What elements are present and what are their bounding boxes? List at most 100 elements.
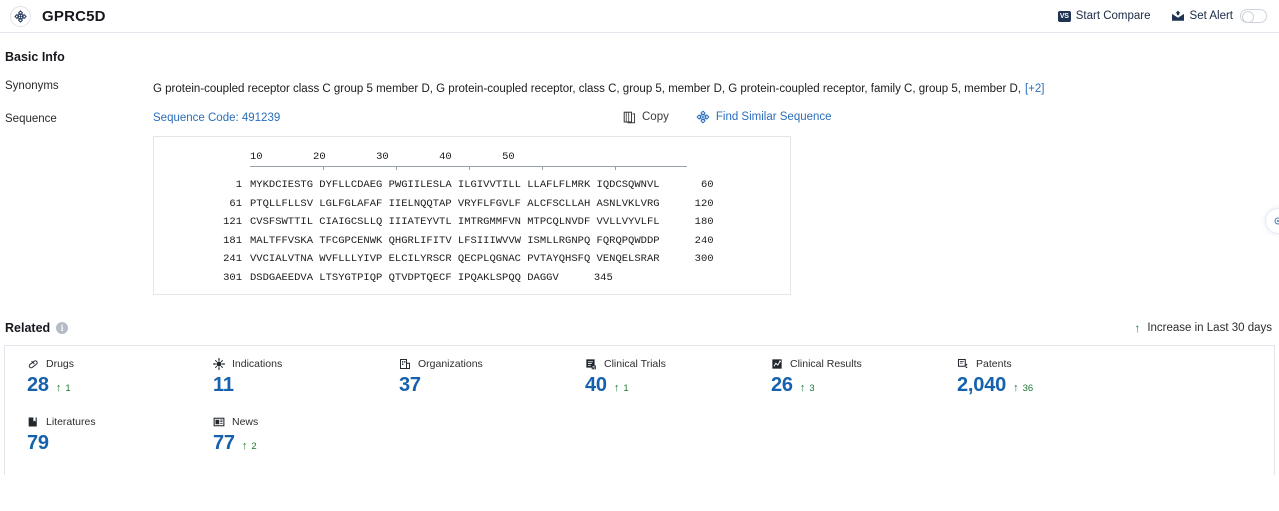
page-title: GPRC5D [42, 7, 106, 25]
card-value-row: 28 ↑ 1 [27, 374, 191, 397]
set-alert-toggle[interactable] [1240, 9, 1267, 23]
find-similar-sequence-button[interactable]: Find Similar Sequence [696, 110, 832, 124]
card-value: 79 [27, 432, 49, 454]
sequence-line-end: 345 [593, 271, 613, 284]
sequence-label: Sequence [5, 113, 57, 125]
find-similar-sequence-label: Find Similar Sequence [715, 111, 832, 123]
card-label: Drugs [46, 358, 75, 370]
card-delta: ↑ 3 [800, 382, 815, 394]
related-card-patents[interactable]: Patents 2,040 ↑ 36 [935, 358, 1121, 416]
card-label: Clinical Trials [604, 358, 666, 370]
card-value-row: 26 ↑ 3 [771, 374, 935, 397]
card-delta: ↑ 2 [242, 440, 257, 452]
info-icon[interactable]: i [56, 322, 69, 334]
sequence-line-end: 120 [694, 197, 714, 210]
synonyms-label: Synonyms [5, 80, 59, 92]
card-value: 26 [771, 374, 793, 396]
sequence-ruler-labels: 10 20 30 40 50 [154, 151, 790, 163]
target-crosshair-icon [10, 5, 31, 27]
sequence-line-start: 241 [223, 253, 242, 265]
ruler-tick-30: 30 [376, 151, 389, 163]
card-delta: ↑ 36 [1013, 382, 1033, 394]
card-delta-value: 36 [1022, 382, 1034, 394]
card-value-row: 40 ↑ 1 [585, 374, 749, 397]
card-delta: ↑ 1 [56, 382, 71, 394]
related-card-drugs[interactable]: Drugs 28 ↑ 1 [5, 358, 191, 416]
synonyms-more-link[interactable]: [+2] [1025, 83, 1045, 95]
sequence-line-residues: DSDGAEEDVA LTSYGTPIQP QTVDPTQECF IPQAKLS… [250, 271, 559, 284]
sequence-line-start: 1 [235, 179, 242, 191]
card-value: 11 [213, 374, 234, 396]
related-legend-label: Increase in Last 30 days [1147, 322, 1272, 334]
card-label: Indications [232, 358, 283, 370]
start-compare-button[interactable]: VS Start Compare [1057, 10, 1151, 22]
card-value-row: 37 [399, 374, 563, 397]
card-label: Patents [976, 358, 1012, 370]
ruler-tick-20: 20 [313, 151, 326, 163]
up-arrow-icon: ↑ [799, 382, 806, 394]
card-value: 77 [213, 432, 235, 454]
related-header: Related i ↑ Increase in Last 30 days [4, 321, 1275, 335]
virus-icon [213, 358, 225, 370]
vs-badge-icon: VS [1057, 10, 1071, 22]
related-legend: ↑ Increase in Last 30 days [1134, 321, 1275, 335]
sequence-line-residues: MYKDCIESTG DYFLLCDAEG PWGIILESLA ILGIVVT… [250, 179, 660, 191]
card-delta-value: 3 [809, 382, 815, 394]
related-card-indications[interactable]: Indications 11 [191, 358, 377, 416]
sequence-viewer[interactable]: 10 20 30 40 50 1 MYKDCIESTG DYFLLCDAEG P… [153, 136, 791, 295]
related-card-clinical-results[interactable]: Clinical Results 26 ↑ 3 [749, 358, 935, 416]
card-head: News [213, 416, 377, 428]
sequence-line-start: 121 [223, 216, 242, 228]
sequence-line-end: 300 [694, 253, 714, 265]
card-value-row: 2,040 ↑ 36 [957, 374, 1121, 397]
sequence-header: Sequence Code: 491239 Copy Find Similar … [153, 110, 1275, 124]
sequence-line-end: 240 [694, 234, 714, 247]
up-arrow-icon: ↑ [1013, 382, 1019, 394]
ruler-tick-10: 10 [250, 151, 263, 163]
related-card-organizations[interactable]: Organizations 37 [377, 358, 563, 416]
sequence-line-residues: PTQLLFLLSV LGLFGLAFAF IIELNQQTAP VRYFLFG… [250, 197, 660, 210]
related-heading: Related [5, 321, 51, 335]
card-value-row: 79 [27, 432, 191, 455]
copy-label: Copy [642, 111, 669, 123]
related-card-literatures[interactable]: Literatures 79 [5, 416, 191, 474]
up-arrow-icon: ↑ [1134, 321, 1141, 335]
card-value-row: 11 [213, 374, 377, 397]
set-alert-label: Set Alert [1189, 10, 1233, 22]
sequence-line: 1 MYKDCIESTG DYFLLCDAEG PWGIILESLA ILGIV… [154, 176, 790, 195]
sequence-rows: 1 MYKDCIESTG DYFLLCDAEG PWGIILESLA ILGIV… [154, 176, 790, 287]
clipboard-check-icon [585, 358, 597, 370]
sequence-line-start: 181 [223, 234, 242, 247]
card-delta-value: 1 [623, 382, 629, 394]
up-arrow-icon: ↑ [241, 440, 248, 452]
sequence-code-link[interactable]: Sequence Code: 491239 [153, 112, 280, 124]
related-card-clinical-trials[interactable]: Clinical Trials 40 ↑ 1 [563, 358, 749, 416]
certificate-icon [957, 358, 969, 370]
book-icon [27, 416, 39, 428]
card-value: 37 [399, 374, 421, 396]
sequence-line: 61 PTQLLFLLSV LGLFGLAFAF IIELNQQTAP VRYF… [154, 195, 790, 214]
sequence-row: Sequence Sequence Code: 491239 Copy Find… [4, 110, 1275, 295]
synonyms-row: Synonyms G protein-coupled receptor clas… [4, 79, 1275, 97]
sequence-line-end: 180 [694, 216, 714, 228]
sequence-line-residues: VVCIALVTNA WVFLLLYIVP ELCILYRSCR QECPLQG… [250, 253, 660, 265]
sequence-line-start: 61 [229, 197, 242, 210]
up-arrow-icon: ↑ [55, 382, 62, 394]
card-head: Clinical Trials [585, 358, 749, 370]
sequence-line: 121 CVSFSWTTIL CIAIGCSLLQ IIIATEYVTL IMT… [154, 213, 790, 232]
alert-mail-icon [1171, 10, 1185, 22]
ruler-tick-40: 40 [439, 151, 452, 163]
card-head: Indications [213, 358, 377, 370]
sequence-line-residues: CVSFSWTTIL CIAIGCSLLQ IIIATEYVTL IMTRGMM… [250, 216, 660, 228]
set-alert-button[interactable]: Set Alert [1171, 10, 1233, 22]
card-delta-value: 2 [251, 440, 257, 452]
copy-button[interactable]: Copy [623, 111, 669, 124]
card-delta: ↑ 1 [614, 382, 629, 394]
related-card-news[interactable]: News 77 ↑ 2 [191, 416, 377, 474]
related-cards-grid: Drugs 28 ↑ 1 Indications 11 Organization… [4, 345, 1275, 475]
sequence-actions: Copy Find Similar Sequence [623, 110, 832, 124]
card-head: Literatures [27, 416, 191, 428]
main-content: Basic Info Synonyms G protein-coupled re… [0, 50, 1279, 475]
sequence-line: 301 DSDGAEEDVA LTSYGTPIQP QTVDPTQECF IPQ… [154, 269, 790, 288]
card-head: Clinical Results [771, 358, 935, 370]
